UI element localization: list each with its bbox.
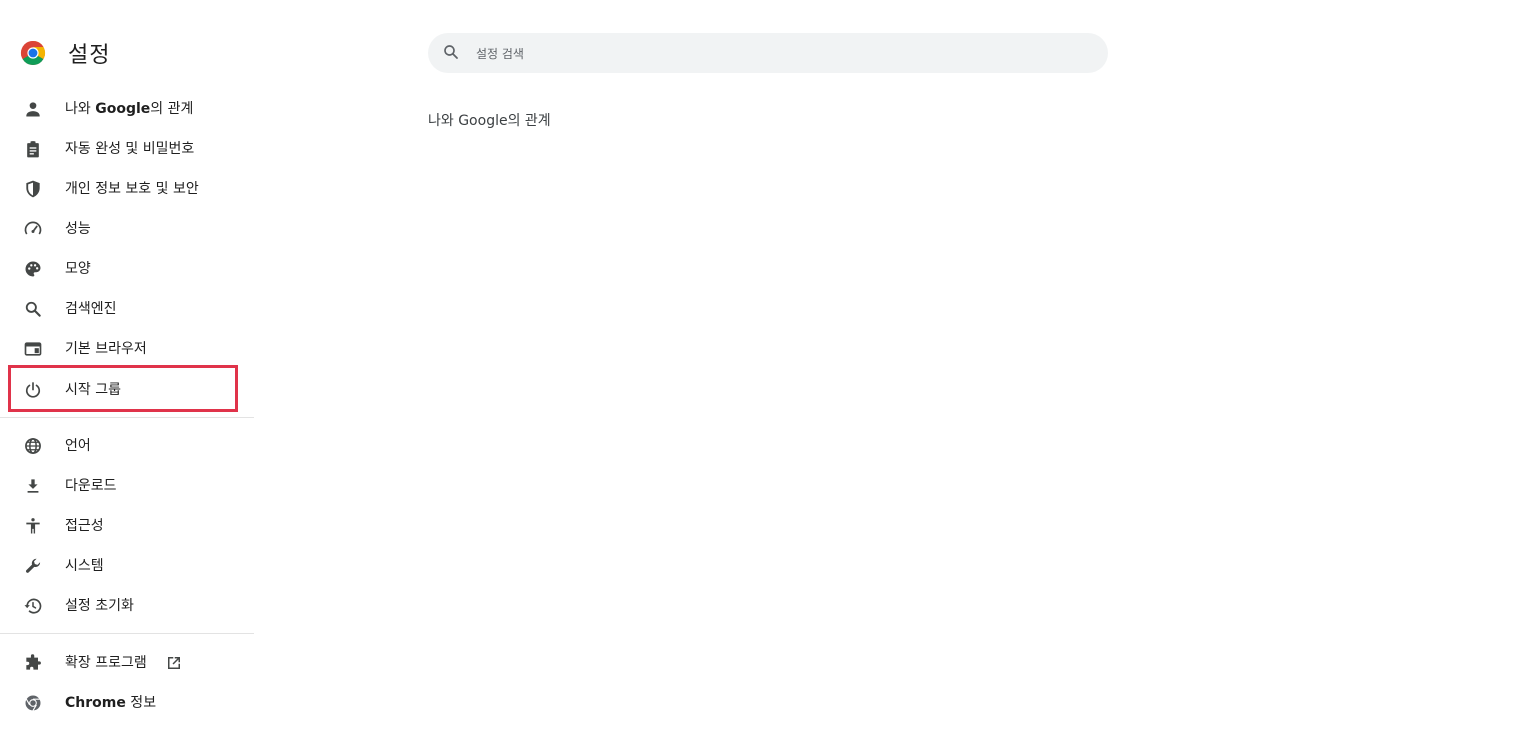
sidebar-item-on-startup[interactable]: 시작 그룹 xyxy=(8,365,238,412)
sidebar-item-you-and-google[interactable]: 나와 Google의 관계 xyxy=(8,88,238,128)
brand-header: 설정 xyxy=(20,38,110,68)
shield-icon xyxy=(22,178,44,200)
wrench-icon xyxy=(22,555,44,577)
sidebar-divider xyxy=(0,633,254,634)
section-title: 나와 Google의 관계 xyxy=(428,113,551,129)
chrome-icon xyxy=(22,692,44,714)
power-icon xyxy=(22,379,44,401)
sidebar-item-extensions[interactable]: 확장 프로그램 xyxy=(8,642,238,682)
sidebar-item-performance[interactable]: 성능 xyxy=(8,208,238,248)
chrome-logo-icon xyxy=(20,40,46,66)
sidebar-item-label: 시작 그룹 xyxy=(65,381,121,398)
settings-page: 설정 나와 Google의 관계 자동 완성 및 비밀번호 개인 정보 보호 및… xyxy=(0,0,1536,732)
sidebar-divider xyxy=(0,417,254,418)
sidebar-item-search-engine[interactable]: 검색엔진 xyxy=(8,288,238,328)
browser-window-icon xyxy=(22,338,44,360)
sidebar-item-label: 성능 xyxy=(65,221,91,237)
sidebar-item-label: Chrome 정보 xyxy=(65,695,157,711)
sidebar-item-label: 확장 프로그램 xyxy=(65,652,183,672)
palette-icon xyxy=(22,258,44,280)
sidebar-item-label: 언어 xyxy=(65,438,91,454)
sidebar-item-label: 자동 완성 및 비밀번호 xyxy=(65,141,195,157)
sidebar-item-privacy-security[interactable]: 개인 정보 보호 및 보안 xyxy=(8,168,238,208)
person-icon xyxy=(22,98,44,120)
search-icon xyxy=(442,43,462,63)
search-bar[interactable] xyxy=(428,33,1108,75)
sidebar: 설정 나와 Google의 관계 자동 완성 및 비밀번호 개인 정보 보호 및… xyxy=(0,0,256,732)
sidebar-item-label: 시스템 xyxy=(65,558,104,574)
search-icon xyxy=(22,298,44,320)
speedometer-icon xyxy=(22,218,44,240)
sidebar-item-autofill[interactable]: 자동 완성 및 비밀번호 xyxy=(8,128,238,168)
sidebar-item-label: 개인 정보 보호 및 보안 xyxy=(65,181,199,197)
sidebar-item-label: 나와 Google의 관계 xyxy=(65,101,194,117)
sidebar-item-reset-settings[interactable]: 설정 초기화 xyxy=(8,585,238,625)
sidebar-item-label: 기본 브라우저 xyxy=(65,341,147,357)
sidebar-item-downloads[interactable]: 다운로드 xyxy=(8,465,238,505)
download-icon xyxy=(22,475,44,497)
puzzle-icon xyxy=(22,652,44,674)
sidebar-item-label: 검색엔진 xyxy=(65,301,117,317)
clipboard-icon xyxy=(22,138,44,160)
sidebar-item-system[interactable]: 시스템 xyxy=(8,545,238,585)
accessibility-icon xyxy=(22,515,44,537)
page-title: 설정 xyxy=(68,43,111,68)
open-in-new-icon xyxy=(165,654,183,672)
sidebar-item-label: 설정 초기화 xyxy=(65,598,134,614)
sidebar-item-about-chrome[interactable]: Chrome 정보 xyxy=(8,682,238,722)
sidebar-item-appearance[interactable]: 모양 xyxy=(8,248,238,288)
sidebar-item-label: 다운로드 xyxy=(65,478,117,494)
sidebar-item-label: 접근성 xyxy=(65,518,104,534)
sidebar-item-label: 모양 xyxy=(65,261,91,277)
sidebar-item-default-browser[interactable]: 기본 브라우저 xyxy=(8,328,238,368)
globe-icon xyxy=(22,435,44,457)
sidebar-item-languages[interactable]: 언어 xyxy=(8,425,238,465)
sidebar-item-accessibility[interactable]: 접근성 xyxy=(8,505,238,545)
search-input[interactable] xyxy=(474,33,1078,75)
restore-icon xyxy=(22,595,44,617)
